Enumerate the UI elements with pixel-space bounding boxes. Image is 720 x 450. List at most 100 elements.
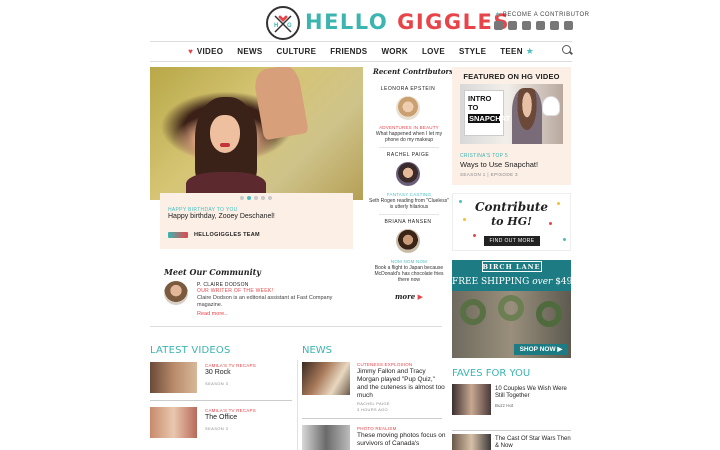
contributor-name[interactable]: LEONORA EPSTEIN	[372, 86, 444, 92]
news-title: NEWS	[302, 345, 333, 356]
carousel-dot[interactable]	[240, 196, 244, 200]
fave-source: Buzz Hot	[495, 403, 514, 408]
nav-item-culture[interactable]: CULTURE	[276, 47, 316, 56]
nav-item-teen[interactable]: TEEN	[500, 47, 523, 56]
fave-title[interactable]: The Cast Of Star Wars Then & Now	[495, 436, 573, 450]
more-label: more	[395, 292, 416, 301]
facebook-icon[interactable]	[494, 21, 503, 30]
hero-image[interactable]	[150, 67, 363, 200]
fave-thumbnail[interactable]	[452, 384, 491, 415]
contributor-article-title[interactable]: Book a flight to Japan because McDonald'…	[369, 265, 449, 283]
youtube-icon[interactable]	[522, 21, 531, 30]
nav-item-friends[interactable]: FRIENDS	[330, 47, 367, 56]
birch-lane-brand: BIRCH LANE	[482, 263, 541, 271]
avatar[interactable]	[164, 281, 188, 305]
news-thumbnail[interactable]	[302, 362, 350, 395]
carousel-dots	[240, 196, 272, 200]
news-time: 3 HOURS AGO	[357, 407, 388, 412]
carousel-dot[interactable]	[268, 196, 272, 200]
contributor-kicker[interactable]: ADVENTURES IN BEAUTY	[369, 125, 449, 130]
news-kicker[interactable]: CUTENESS EXPLOSION	[357, 362, 412, 367]
featured-video-headline[interactable]: Ways to Use Snapchat!	[460, 160, 538, 169]
nav-item-news[interactable]: NEWS	[237, 47, 262, 56]
carousel-dot[interactable]	[261, 196, 265, 200]
free-shipping-text: FREE SHIPPING over $49	[452, 277, 573, 287]
presenter-figure	[512, 88, 542, 144]
featured-video-episode: SEASON 1 | EPISODE 3	[460, 172, 518, 177]
contributor-link-label: BECOME A CONTRIBUTOR	[502, 12, 590, 18]
news-headline[interactable]: Jimmy Fallon and Tracy Morgan played "Pu…	[357, 368, 447, 400]
tumblr-icon[interactable]	[564, 21, 573, 30]
contributor-name[interactable]: BRIANA HANSEN	[372, 219, 444, 225]
instagram-icon[interactable]	[550, 21, 559, 30]
news-author[interactable]: RACHEL PAIGE	[357, 401, 390, 406]
divider	[302, 418, 442, 419]
nav-item-style[interactable]: STYLE	[459, 47, 486, 56]
divider	[150, 400, 292, 401]
divider	[379, 147, 439, 148]
avatar[interactable]	[396, 229, 420, 253]
video-kicker[interactable]: CAMILA'S TV RECAPS	[205, 363, 256, 368]
contributor-name[interactable]: RACHEL PAIGE	[372, 152, 444, 158]
nav-item-video[interactable]: VIDEO	[197, 47, 223, 56]
hellogiggles-logo-icon	[168, 232, 188, 238]
news-kicker[interactable]: PHOTO REALISM	[357, 426, 397, 431]
confetti	[473, 234, 476, 237]
star-icon: ★	[495, 12, 501, 18]
featured-video-thumbnail[interactable]: INTRO TO SNAPCHAT	[460, 84, 563, 144]
hero-caption-card[interactable]	[160, 193, 353, 249]
become-contributor-link[interactable]: ★ BECOME A CONTRIBUTOR	[495, 11, 589, 18]
contribute-title: Contribute	[475, 200, 548, 214]
video-thumbnail[interactable]	[150, 362, 197, 393]
search-icon[interactable]	[562, 45, 571, 54]
news-headline[interactable]: These moving photos focus on survivors o…	[357, 432, 447, 448]
avatar[interactable]	[396, 162, 420, 186]
contributor-article-title[interactable]: Seth Rogen reading from "Clueless" is ut…	[369, 198, 449, 210]
video-kicker[interactable]: CAMILA'S TV RECAPS	[205, 408, 256, 413]
shipping-prefix: FREE SHIPPING	[452, 277, 533, 287]
wreath	[536, 301, 562, 327]
sign-line: TO	[468, 103, 479, 112]
nav-item-work[interactable]: WORK	[381, 47, 408, 56]
section-divider	[150, 326, 442, 327]
contributor-kicker[interactable]: FANTASY CASTING	[369, 192, 449, 197]
shop-now-button[interactable]: SHOP NOW ▶	[514, 344, 568, 355]
carousel-dot[interactable]	[254, 196, 258, 200]
video-season: SEASON 3	[205, 381, 229, 386]
site-logo-text[interactable]: HELLO GIGGLES	[305, 10, 510, 34]
heart-icon: ♥	[188, 47, 193, 56]
find-out-more-button[interactable]: FIND OUT MORE	[484, 236, 540, 246]
social-icons	[494, 21, 573, 30]
divider	[452, 430, 571, 431]
hero-title[interactable]: Happy birthday, Zooey Deschanel!	[168, 213, 275, 220]
more-contributors-link[interactable]: more ▶	[395, 292, 423, 301]
logo-badge[interactable]: H G	[266, 6, 300, 40]
video-title[interactable]: The Office	[205, 414, 237, 421]
hero-author[interactable]: HELLOGIGGLES TEAM	[194, 232, 260, 238]
snapchat-sign: INTRO TO SNAPCHAT	[464, 90, 510, 136]
svg-text:H: H	[274, 23, 278, 29]
pinterest-icon[interactable]	[536, 21, 545, 30]
carousel-dot-active[interactable]	[247, 196, 251, 200]
news-thumbnail[interactable]	[302, 425, 350, 450]
featured-video-title: FEATURED ON HG VIDEO	[463, 72, 560, 81]
fave-thumbnail[interactable]	[452, 434, 491, 450]
contributor-article-title[interactable]: What happened when I let my phone do my …	[369, 131, 449, 143]
wreath	[460, 299, 486, 325]
avatar[interactable]	[396, 96, 420, 120]
community-read-more-link[interactable]: Read more..	[197, 311, 227, 317]
fave-title[interactable]: 10 Couples We Wish Were Still Together	[495, 386, 573, 400]
nav-item-love[interactable]: LOVE	[422, 47, 445, 56]
contributor-kicker[interactable]: NOM NOM NOM	[369, 259, 449, 264]
video-thumbnail[interactable]	[150, 407, 197, 438]
snapchat-ghost-icon	[542, 96, 560, 116]
hero-arm	[252, 67, 309, 141]
featured-video-kicker[interactable]: CRISTINA'S TOP 5	[460, 153, 508, 159]
confetti	[563, 238, 566, 241]
hero-lips	[220, 143, 230, 147]
video-title[interactable]: 30 Rock	[205, 369, 231, 376]
latest-videos-title: LATEST VIDEOS	[150, 345, 231, 356]
faves-title: FAVES FOR YOU	[452, 368, 531, 379]
twitter-icon[interactable]	[508, 21, 517, 30]
shipping-amount: $49	[552, 277, 573, 287]
